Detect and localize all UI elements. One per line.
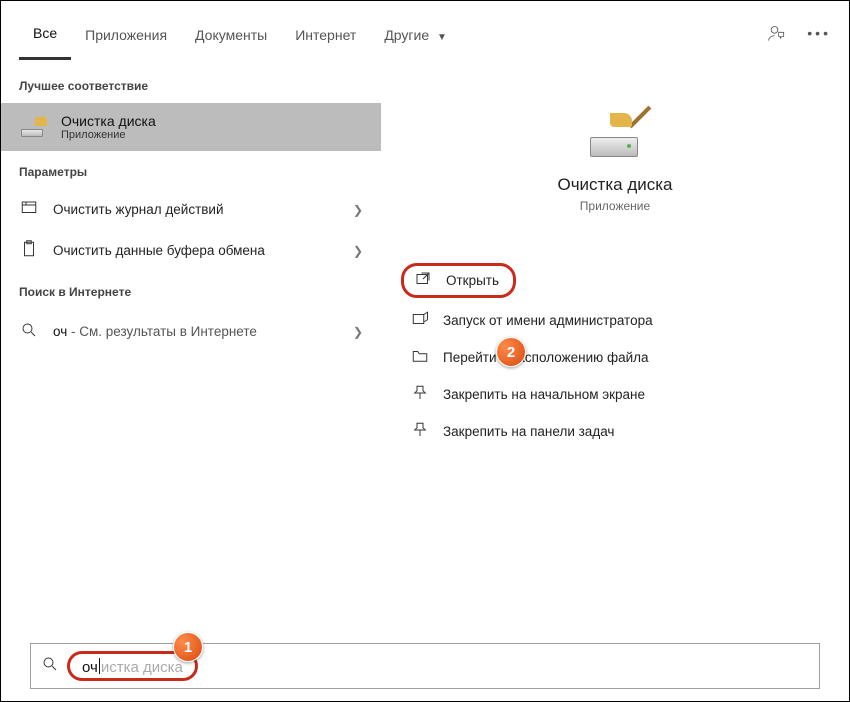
web-search-item[interactable]: оч - См. результаты в Интернете ❯ bbox=[1, 309, 381, 354]
section-web-search: Поиск в Интернете bbox=[1, 271, 381, 309]
web-search-text: оч - См. результаты в Интернете bbox=[53, 324, 257, 339]
tab-web[interactable]: Интернет bbox=[281, 7, 370, 59]
disk-cleanup-icon bbox=[19, 117, 47, 137]
search-icon bbox=[41, 655, 59, 678]
settings-item-label: Очистить журнал действий bbox=[53, 202, 224, 217]
action-label: Открыть bbox=[446, 273, 499, 288]
activity-history-icon bbox=[19, 199, 39, 220]
chevron-right-icon: ❯ bbox=[353, 244, 363, 258]
clipboard-icon bbox=[19, 240, 39, 261]
settings-item-clear-activity[interactable]: Очистить журнал действий ❯ bbox=[1, 189, 381, 230]
best-match-title: Очистка диска bbox=[61, 113, 156, 129]
search-icon bbox=[19, 321, 39, 342]
action-pin-taskbar[interactable]: Закрепить на панели задач bbox=[401, 413, 829, 450]
section-settings: Параметры bbox=[1, 151, 381, 189]
open-icon bbox=[414, 270, 432, 291]
folder-icon bbox=[411, 347, 429, 368]
action-label: Запуск от имени администратора bbox=[443, 313, 653, 328]
action-list: Открыть Запуск от имени администратора П… bbox=[401, 263, 829, 450]
tab-apps[interactable]: Приложения bbox=[71, 7, 181, 59]
action-open-location[interactable]: Перейти к расположению файла bbox=[401, 339, 829, 376]
action-label: Закрепить на панели задач bbox=[443, 424, 614, 439]
settings-item-clear-clipboard[interactable]: Очистить данные буфера обмена ❯ bbox=[1, 230, 381, 271]
tab-other-label: Другие bbox=[384, 27, 429, 43]
action-run-as-admin[interactable]: Запуск от имени администратора bbox=[401, 302, 829, 339]
text-caret bbox=[99, 658, 100, 674]
tab-all[interactable]: Все bbox=[19, 5, 71, 60]
annotation-badge-2: 2 bbox=[496, 337, 526, 367]
section-best-match: Лучшее соответствие bbox=[1, 65, 381, 103]
settings-item-label: Очистить данные буфера обмена bbox=[53, 243, 265, 258]
search-ghost-text: истка диска bbox=[101, 659, 183, 676]
annotation-badge-1: 1 bbox=[173, 632, 203, 662]
top-bar: Все Приложения Документы Интернет Другие… bbox=[1, 1, 849, 65]
chevron-right-icon: ❯ bbox=[353, 203, 363, 217]
action-pin-start[interactable]: Закрепить на начальном экране bbox=[401, 376, 829, 413]
search-typed-text: оч bbox=[82, 659, 98, 676]
feedback-icon[interactable] bbox=[767, 24, 785, 42]
admin-icon bbox=[411, 310, 429, 331]
chevron-right-icon: ❯ bbox=[353, 325, 363, 339]
action-open[interactable]: Открыть bbox=[401, 263, 516, 298]
pin-start-icon bbox=[411, 384, 429, 405]
more-icon[interactable]: ••• bbox=[807, 25, 831, 41]
action-label: Закрепить на начальном экране bbox=[443, 387, 645, 402]
hero-subtitle: Приложение bbox=[580, 199, 650, 213]
best-match-subtitle: Приложение bbox=[61, 129, 156, 141]
hero-title: Очистка диска bbox=[557, 175, 672, 195]
action-label: Перейти к расположению файла bbox=[443, 350, 649, 365]
tab-documents[interactable]: Документы bbox=[181, 7, 281, 59]
chevron-down-icon: ▼ bbox=[437, 32, 447, 43]
tab-other[interactable]: Другие ▼ bbox=[370, 7, 461, 59]
best-match-item[interactable]: Очистка диска Приложение bbox=[1, 103, 381, 151]
results-panel: Лучшее соответствие Очистка диска Прилож… bbox=[1, 65, 381, 630]
search-box[interactable]: очистка диска bbox=[30, 643, 820, 689]
pin-taskbar-icon bbox=[411, 421, 429, 442]
disk-cleanup-hero-icon bbox=[584, 105, 646, 157]
filter-tabs: Все Приложения Документы Интернет Другие… bbox=[19, 5, 767, 60]
preview-panel: Очистка диска Приложение Открыть Запуск … bbox=[381, 65, 849, 630]
